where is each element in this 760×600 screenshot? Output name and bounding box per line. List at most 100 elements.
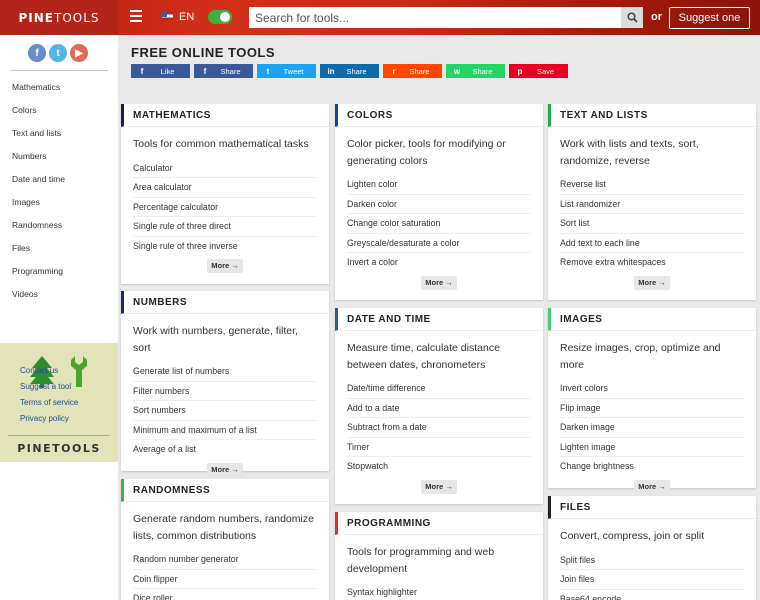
card-title[interactable]: RANDOMNESS xyxy=(121,479,329,502)
tool-link[interactable]: Coin flipper xyxy=(133,570,317,590)
sidebar-divider xyxy=(10,70,108,71)
sidebar-item-colors[interactable]: Colors xyxy=(12,104,65,127)
card-programming: PROGRAMMING Tools for programming and web… xyxy=(335,512,543,600)
share-button-whatsapp[interactable]: w Share xyxy=(446,64,505,78)
contact-us-link[interactable]: Contact us xyxy=(20,366,78,382)
youtube-icon[interactable]: ▶ xyxy=(70,44,88,62)
tool-link[interactable]: Darken color xyxy=(347,195,531,215)
tool-link[interactable]: Percentage calculator xyxy=(133,198,317,218)
card-title[interactable]: IMAGES xyxy=(548,308,756,331)
tool-link[interactable]: List randomizer xyxy=(560,195,744,215)
tool-link[interactable]: Single rule of three direct xyxy=(133,217,317,237)
top-header: PINETOOLS EN or Suggest one xyxy=(0,0,760,35)
more-button-text-and-lists[interactable]: More → xyxy=(634,275,670,290)
tool-link[interactable]: Minimum and maximum of a list xyxy=(133,421,317,441)
tool-link[interactable]: Average of a list xyxy=(133,440,317,460)
tool-link[interactable]: Join files xyxy=(560,570,744,590)
more-button-mathematics[interactable]: More → xyxy=(207,259,243,274)
tool-link[interactable]: Lighten image xyxy=(560,438,744,458)
tool-link[interactable]: Greyscale/desaturate a color xyxy=(347,234,531,254)
share-button-facebook[interactable]: f Share xyxy=(194,64,253,78)
tool-link[interactable]: Sort list xyxy=(560,214,744,234)
twitter-icon[interactable]: t xyxy=(49,44,67,62)
sidebar-item-images[interactable]: Images xyxy=(12,196,65,219)
sidebar-item-programming[interactable]: Programming xyxy=(12,265,65,288)
terms-link[interactable]: Terms of service xyxy=(20,398,78,414)
card-title[interactable]: FILES xyxy=(548,496,756,519)
tool-link[interactable]: Split files xyxy=(560,551,744,571)
tool-link[interactable]: Stopwatch xyxy=(347,457,531,477)
card-files: FILES Convert, compress, join or split Spl… xyxy=(548,496,756,600)
tool-link[interactable]: Timer xyxy=(347,438,531,458)
menu-icon[interactable] xyxy=(130,10,142,22)
tool-link[interactable]: Date/time difference xyxy=(347,379,531,399)
share-button-like[interactable]: f Like xyxy=(131,64,190,78)
more-button-date-and-time[interactable]: More → xyxy=(421,479,457,494)
tool-link[interactable]: Invert a color xyxy=(347,253,531,273)
suggest-tool-link[interactable]: Suggest a tool xyxy=(20,382,78,398)
suggest-button[interactable]: Suggest one xyxy=(669,7,750,29)
share-button-linkedin[interactable]: in Share xyxy=(320,64,379,78)
social-icons: f t ▶ xyxy=(28,44,88,62)
share-button-reddit[interactable]: r Share xyxy=(383,64,442,78)
card-description: Convert, compress, join or split xyxy=(560,530,705,542)
card-title[interactable]: DATE AND TIME xyxy=(335,308,543,331)
search-button[interactable] xyxy=(621,7,643,28)
sidebar-item-randomness[interactable]: Randomness xyxy=(12,219,65,242)
tool-link[interactable]: Add text to each line xyxy=(560,234,744,254)
share-button-twitter[interactable]: t Tweet xyxy=(257,64,316,78)
sidebar-item-numbers[interactable]: Numbers xyxy=(12,150,65,173)
tool-link[interactable]: Sort numbers xyxy=(133,401,317,421)
card-randomness: RANDOMNESS Generate random numbers, rando… xyxy=(121,479,329,600)
card-numbers: NUMBERS Work with numbers, generate, filt… xyxy=(121,291,329,477)
tool-link[interactable]: Flip image xyxy=(560,399,744,419)
tool-link[interactable]: Add to a date xyxy=(347,399,531,419)
tool-link[interactable]: Subtract from a date xyxy=(347,418,531,438)
search-input[interactable] xyxy=(249,7,621,28)
card-title[interactable]: PROGRAMMING xyxy=(335,512,543,535)
tool-link[interactable]: Base64 encode xyxy=(560,590,744,600)
sidebar-item-text-and-lists[interactable]: Text and lists xyxy=(12,127,65,150)
tool-link[interactable]: Single rule of three inverse xyxy=(133,237,317,257)
card-description: Work with numbers, generate, filter, sor… xyxy=(133,325,298,354)
card-description: Tools for programming and web developmen… xyxy=(347,546,495,575)
tool-link[interactable]: Reverse list xyxy=(560,175,744,195)
tool-link[interactable]: Filter numbers xyxy=(133,382,317,402)
more-button-images[interactable]: More → xyxy=(634,479,670,494)
privacy-link[interactable]: Privacy policy xyxy=(20,414,78,430)
tool-link[interactable]: Change color saturation xyxy=(347,214,531,234)
card-title[interactable]: TEXT AND LISTS xyxy=(548,104,756,127)
language-label[interactable]: EN xyxy=(179,11,194,23)
card-description: Work with lists and texts, sort, randomi… xyxy=(560,138,699,167)
tool-link[interactable]: Random number generator xyxy=(133,550,317,570)
tool-link[interactable]: Syntax highlighter xyxy=(347,583,531,600)
share-button-pinterest[interactable]: p Save xyxy=(509,64,568,78)
tool-link[interactable]: Darken image xyxy=(560,418,744,438)
tool-link[interactable]: Calculator xyxy=(133,159,317,179)
tool-link[interactable]: Change brightness xyxy=(560,457,744,477)
card-title[interactable]: NUMBERS xyxy=(121,291,329,314)
tool-list: Lighten color Darken color Change color sa… xyxy=(335,169,543,273)
sidebar-item-date-and-time[interactable]: Date and time xyxy=(12,173,65,196)
card-mathematics: MATHEMATICS Tools for common mathematical… xyxy=(121,104,329,284)
tool-link[interactable]: Lighten color xyxy=(347,175,531,195)
toggle-knob xyxy=(220,12,230,22)
facebook-icon[interactable]: f xyxy=(28,44,46,62)
card-text-and-lists: TEXT AND LISTS Work with lists and texts,… xyxy=(548,104,756,300)
more-button-colors[interactable]: More → xyxy=(421,275,457,290)
tool-link[interactable]: Generate list of numbers xyxy=(133,362,317,382)
tool-list: Random number generator Coin flipper Dice … xyxy=(121,544,329,600)
tool-link[interactable]: Remove extra whitespaces xyxy=(560,253,744,273)
logo[interactable]: PINETOOLS xyxy=(0,0,118,35)
card-title[interactable]: COLORS xyxy=(335,104,543,127)
tool-link[interactable]: Area calculator xyxy=(133,178,317,198)
tool-link[interactable]: Dice roller xyxy=(133,589,317,600)
dark-mode-toggle[interactable] xyxy=(208,10,232,24)
sidebar-item-videos[interactable]: Videos xyxy=(12,288,65,311)
more-button-numbers[interactable]: More → xyxy=(207,462,243,477)
sidebar-item-mathematics[interactable]: Mathematics xyxy=(12,81,65,104)
sidebar-item-files[interactable]: Files xyxy=(12,242,65,265)
tool-link[interactable]: Invert colors xyxy=(560,379,744,399)
card-title[interactable]: MATHEMATICS xyxy=(121,104,329,127)
us-flag-icon[interactable] xyxy=(162,12,173,20)
